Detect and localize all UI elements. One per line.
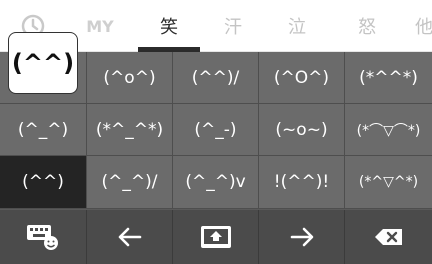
tab-my[interactable]: MY: [72, 0, 128, 52]
kaomoji-key[interactable]: (^O^): [259, 52, 345, 104]
kaomoji-key[interactable]: (~o~): [259, 104, 345, 156]
kaomoji-key-selected[interactable]: (^^): [0, 156, 87, 209]
kaomoji-key[interactable]: (^_^)/: [87, 156, 173, 209]
kaomoji-key[interactable]: !(^^)!: [259, 156, 345, 209]
cursor-left-button[interactable]: [87, 210, 173, 264]
input-box-button[interactable]: [173, 210, 259, 264]
backspace-button[interactable]: [345, 210, 432, 264]
kaomoji-key[interactable]: (*^^*): [345, 52, 432, 104]
kaomoji-key[interactable]: (*^_^*): [87, 104, 173, 156]
bottom-action-bar: [0, 210, 432, 264]
kaomoji-key[interactable]: (^_^): [0, 104, 87, 156]
arrow-right-icon: [290, 227, 313, 247]
backspace-icon: [374, 229, 402, 245]
keyboard-emoji-icon: [27, 225, 58, 250]
keyboard-switch-button[interactable]: [0, 210, 87, 264]
tab-other[interactable]: 他: [404, 0, 432, 52]
kaomoji-key[interactable]: (*⌒▽⌒*): [345, 104, 432, 156]
tab-cry[interactable]: 泣: [270, 0, 324, 52]
tab-sweat[interactable]: 汗: [206, 0, 260, 52]
cursor-right-button[interactable]: [259, 210, 345, 264]
kaomoji-key[interactable]: (^^)/: [173, 52, 259, 104]
kaomoji-key[interactable]: (^o^): [87, 52, 173, 104]
kaomoji-key[interactable]: (*^▽^*): [345, 156, 432, 209]
tab-laugh[interactable]: 笑: [138, 0, 200, 52]
arrow-left-icon: [118, 227, 141, 247]
tab-angry[interactable]: 怒: [340, 0, 394, 52]
kaomoji-key[interactable]: (^_-): [173, 104, 259, 156]
kaomoji-key[interactable]: (^_^)v: [173, 156, 259, 209]
key-preview-popup: (^^): [8, 32, 78, 94]
input-box-icon: [200, 226, 231, 248]
